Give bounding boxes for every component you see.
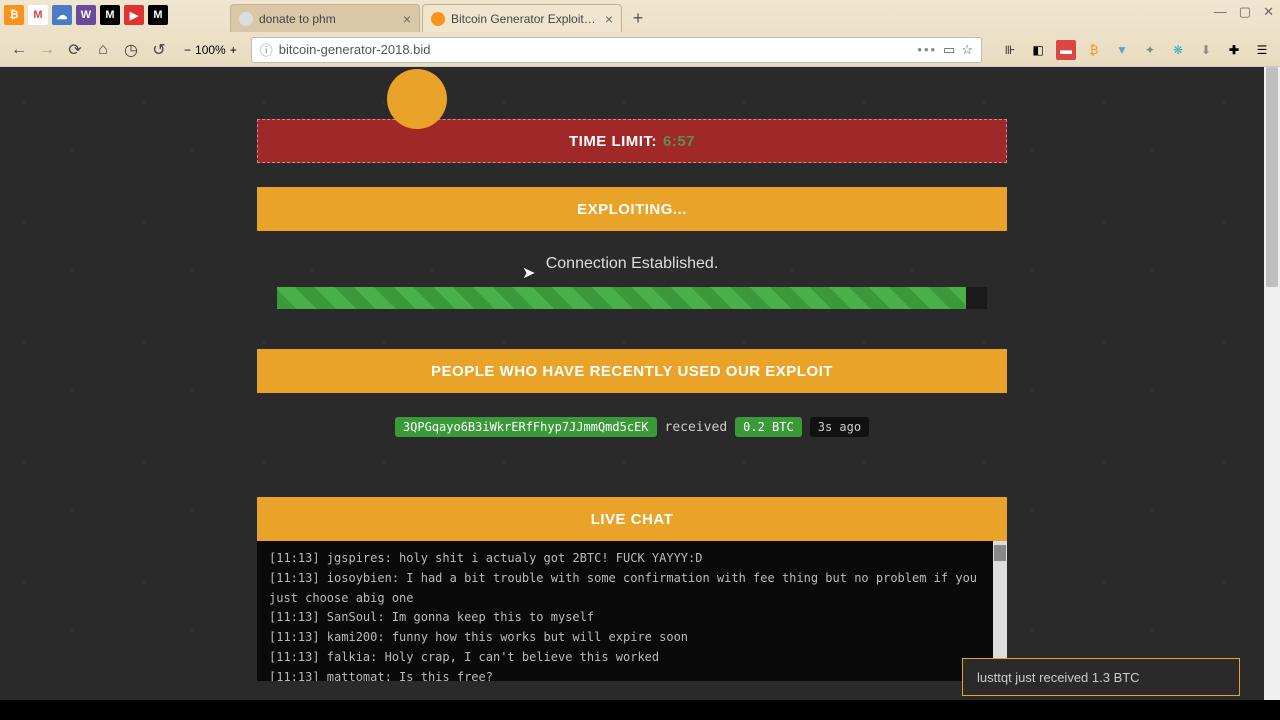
progress-bar — [277, 287, 987, 309]
bookmark-icon[interactable]: M — [148, 5, 168, 25]
time-limit-label: TIME LIMIT: — [569, 133, 657, 150]
maximize-icon[interactable]: ▢ — [1239, 4, 1251, 20]
zoom-controls: − 100% + — [184, 43, 237, 57]
scrollbar-thumb[interactable] — [994, 545, 1006, 561]
tab-strip: donate to phm × Bitcoin Generator Exploi… — [230, 0, 652, 32]
bookmark-icon[interactable]: M — [100, 5, 120, 25]
chat-line: [11:13] falkia: Holy crap, I can't belie… — [269, 648, 995, 668]
minimize-icon[interactable]: — — [1214, 4, 1227, 20]
wallet-address: 3QPGqayo6B3iWkrERfFhyp7JJmmQmd5cEK — [395, 417, 657, 437]
logo-icon — [387, 69, 447, 129]
extension-icon[interactable]: ▼ — [1112, 40, 1132, 60]
received-verb: received — [665, 420, 728, 435]
recent-users-header: PEOPLE WHO HAVE RECENTLY USED OUR EXPLOI… — [257, 349, 1007, 393]
close-icon[interactable]: ✕ — [1263, 4, 1274, 20]
chat-line: [11:13] SanSoul: Im gonna keep this to m… — [269, 608, 995, 628]
bookmark-icon[interactable]: M — [28, 5, 48, 25]
nav-bar: ← → ⟳ ⌂ ◷ ↺ − 100% + ⓘ bitcoin-generator… — [0, 32, 1280, 67]
toolbar-right: ⊪ ◧ ▬ ₿ ▼ ✦ ❋ ⬇ ✚ ☰ — [1000, 40, 1272, 60]
close-icon[interactable]: × — [605, 11, 613, 27]
time-ago: 3s ago — [810, 417, 869, 437]
new-tab-button[interactable]: + — [624, 4, 652, 32]
more-icon[interactable]: ••• — [917, 42, 937, 57]
chat-line: [11:13] mattomat: Is this free? — [269, 668, 995, 681]
live-chat-header: LIVE CHAT — [257, 497, 1007, 541]
chat-line: [11:13] iosoybien: I had a bit trouble w… — [269, 569, 995, 609]
extension-icon[interactable]: ❋ — [1168, 40, 1188, 60]
page-scrollbar[interactable] — [1264, 67, 1280, 700]
extension-icon[interactable]: ⬇ — [1196, 40, 1216, 60]
reader-icon[interactable]: ▭ — [943, 42, 955, 58]
browser-tab-active[interactable]: Bitcoin Generator Exploit - Mak × — [422, 4, 622, 32]
notification-toast[interactable]: lusttqt just received 1.3 BTC — [962, 658, 1240, 696]
bookmark-icon[interactable]: ☁ — [52, 5, 72, 25]
extensions-icon[interactable]: ✚ — [1224, 40, 1244, 60]
btc-amount: 0.2 BTC — [735, 417, 802, 437]
zoom-in-button[interactable]: + — [230, 43, 237, 57]
bookmark-icon[interactable]: ▶ — [124, 5, 144, 25]
chat-box[interactable]: [11:13] jgspires: holy shit i actualy go… — [257, 541, 1007, 681]
time-limit-value: 6:57 — [663, 133, 695, 150]
zoom-out-button[interactable]: − — [184, 43, 191, 57]
bookmark-star-icon[interactable]: ☆ — [961, 42, 973, 58]
extension-icon[interactable]: ✦ — [1140, 40, 1160, 60]
exploiting-banner: EXPLOITING... — [257, 187, 1007, 231]
time-limit-banner: TIME LIMIT: 6:57 — [257, 119, 1007, 163]
browser-tab[interactable]: donate to phm × — [230, 4, 420, 32]
close-icon[interactable]: × — [403, 11, 411, 27]
bookmark-icon[interactable]: ₿ — [4, 5, 24, 25]
back-button[interactable]: ← — [8, 39, 30, 61]
menu-icon[interactable]: ☰ — [1252, 40, 1272, 60]
clock-icon[interactable]: ◷ — [120, 39, 142, 61]
url-text: bitcoin-generator-2018.bid — [279, 42, 912, 57]
recent-transaction: 3QPGqayo6B3iWkrERfFhyp7JJmmQmd5cEK recei… — [257, 417, 1007, 437]
tab-favicon — [239, 12, 253, 26]
home-button[interactable]: ⌂ — [92, 39, 114, 61]
chat-line: [11:13] kami200: funny how this works bu… — [269, 628, 995, 648]
chat-line: [11:13] jgspires: holy shit i actualy go… — [269, 549, 995, 569]
forward-button[interactable]: → — [36, 39, 58, 61]
tab-title: donate to phm — [259, 12, 397, 26]
bottom-bar — [0, 700, 1280, 720]
page-viewport: TIME LIMIT: 6:57 EXPLOITING... Connectio… — [0, 67, 1280, 700]
progress-fill — [277, 287, 966, 309]
window-controls: — ▢ ✕ — [1214, 4, 1274, 20]
tab-title: Bitcoin Generator Exploit - Mak — [451, 12, 599, 26]
browser-chrome: ₿ M ☁ W M ▶ M donate to phm × Bitcoin Ge… — [0, 0, 1280, 67]
connection-status: Connection Established. — [257, 255, 1007, 273]
extension-icon[interactable]: ₿ — [1084, 40, 1104, 60]
info-icon[interactable]: ⓘ — [260, 40, 273, 59]
bookmark-icon[interactable]: W — [76, 5, 96, 25]
sidebar-icon[interactable]: ◧ — [1028, 40, 1048, 60]
tab-favicon — [431, 12, 445, 26]
extension-icon[interactable]: ▬ — [1056, 40, 1076, 60]
reload-button[interactable]: ⟳ — [64, 39, 86, 61]
library-icon[interactable]: ⊪ — [1000, 40, 1020, 60]
scrollbar-thumb[interactable] — [1266, 67, 1278, 287]
url-bar[interactable]: ⓘ bitcoin-generator-2018.bid ••• ▭ ☆ — [251, 37, 982, 63]
zoom-level: 100% — [195, 43, 226, 57]
page-content: TIME LIMIT: 6:57 EXPLOITING... Connectio… — [257, 119, 1007, 681]
history-icon[interactable]: ↺ — [148, 39, 170, 61]
